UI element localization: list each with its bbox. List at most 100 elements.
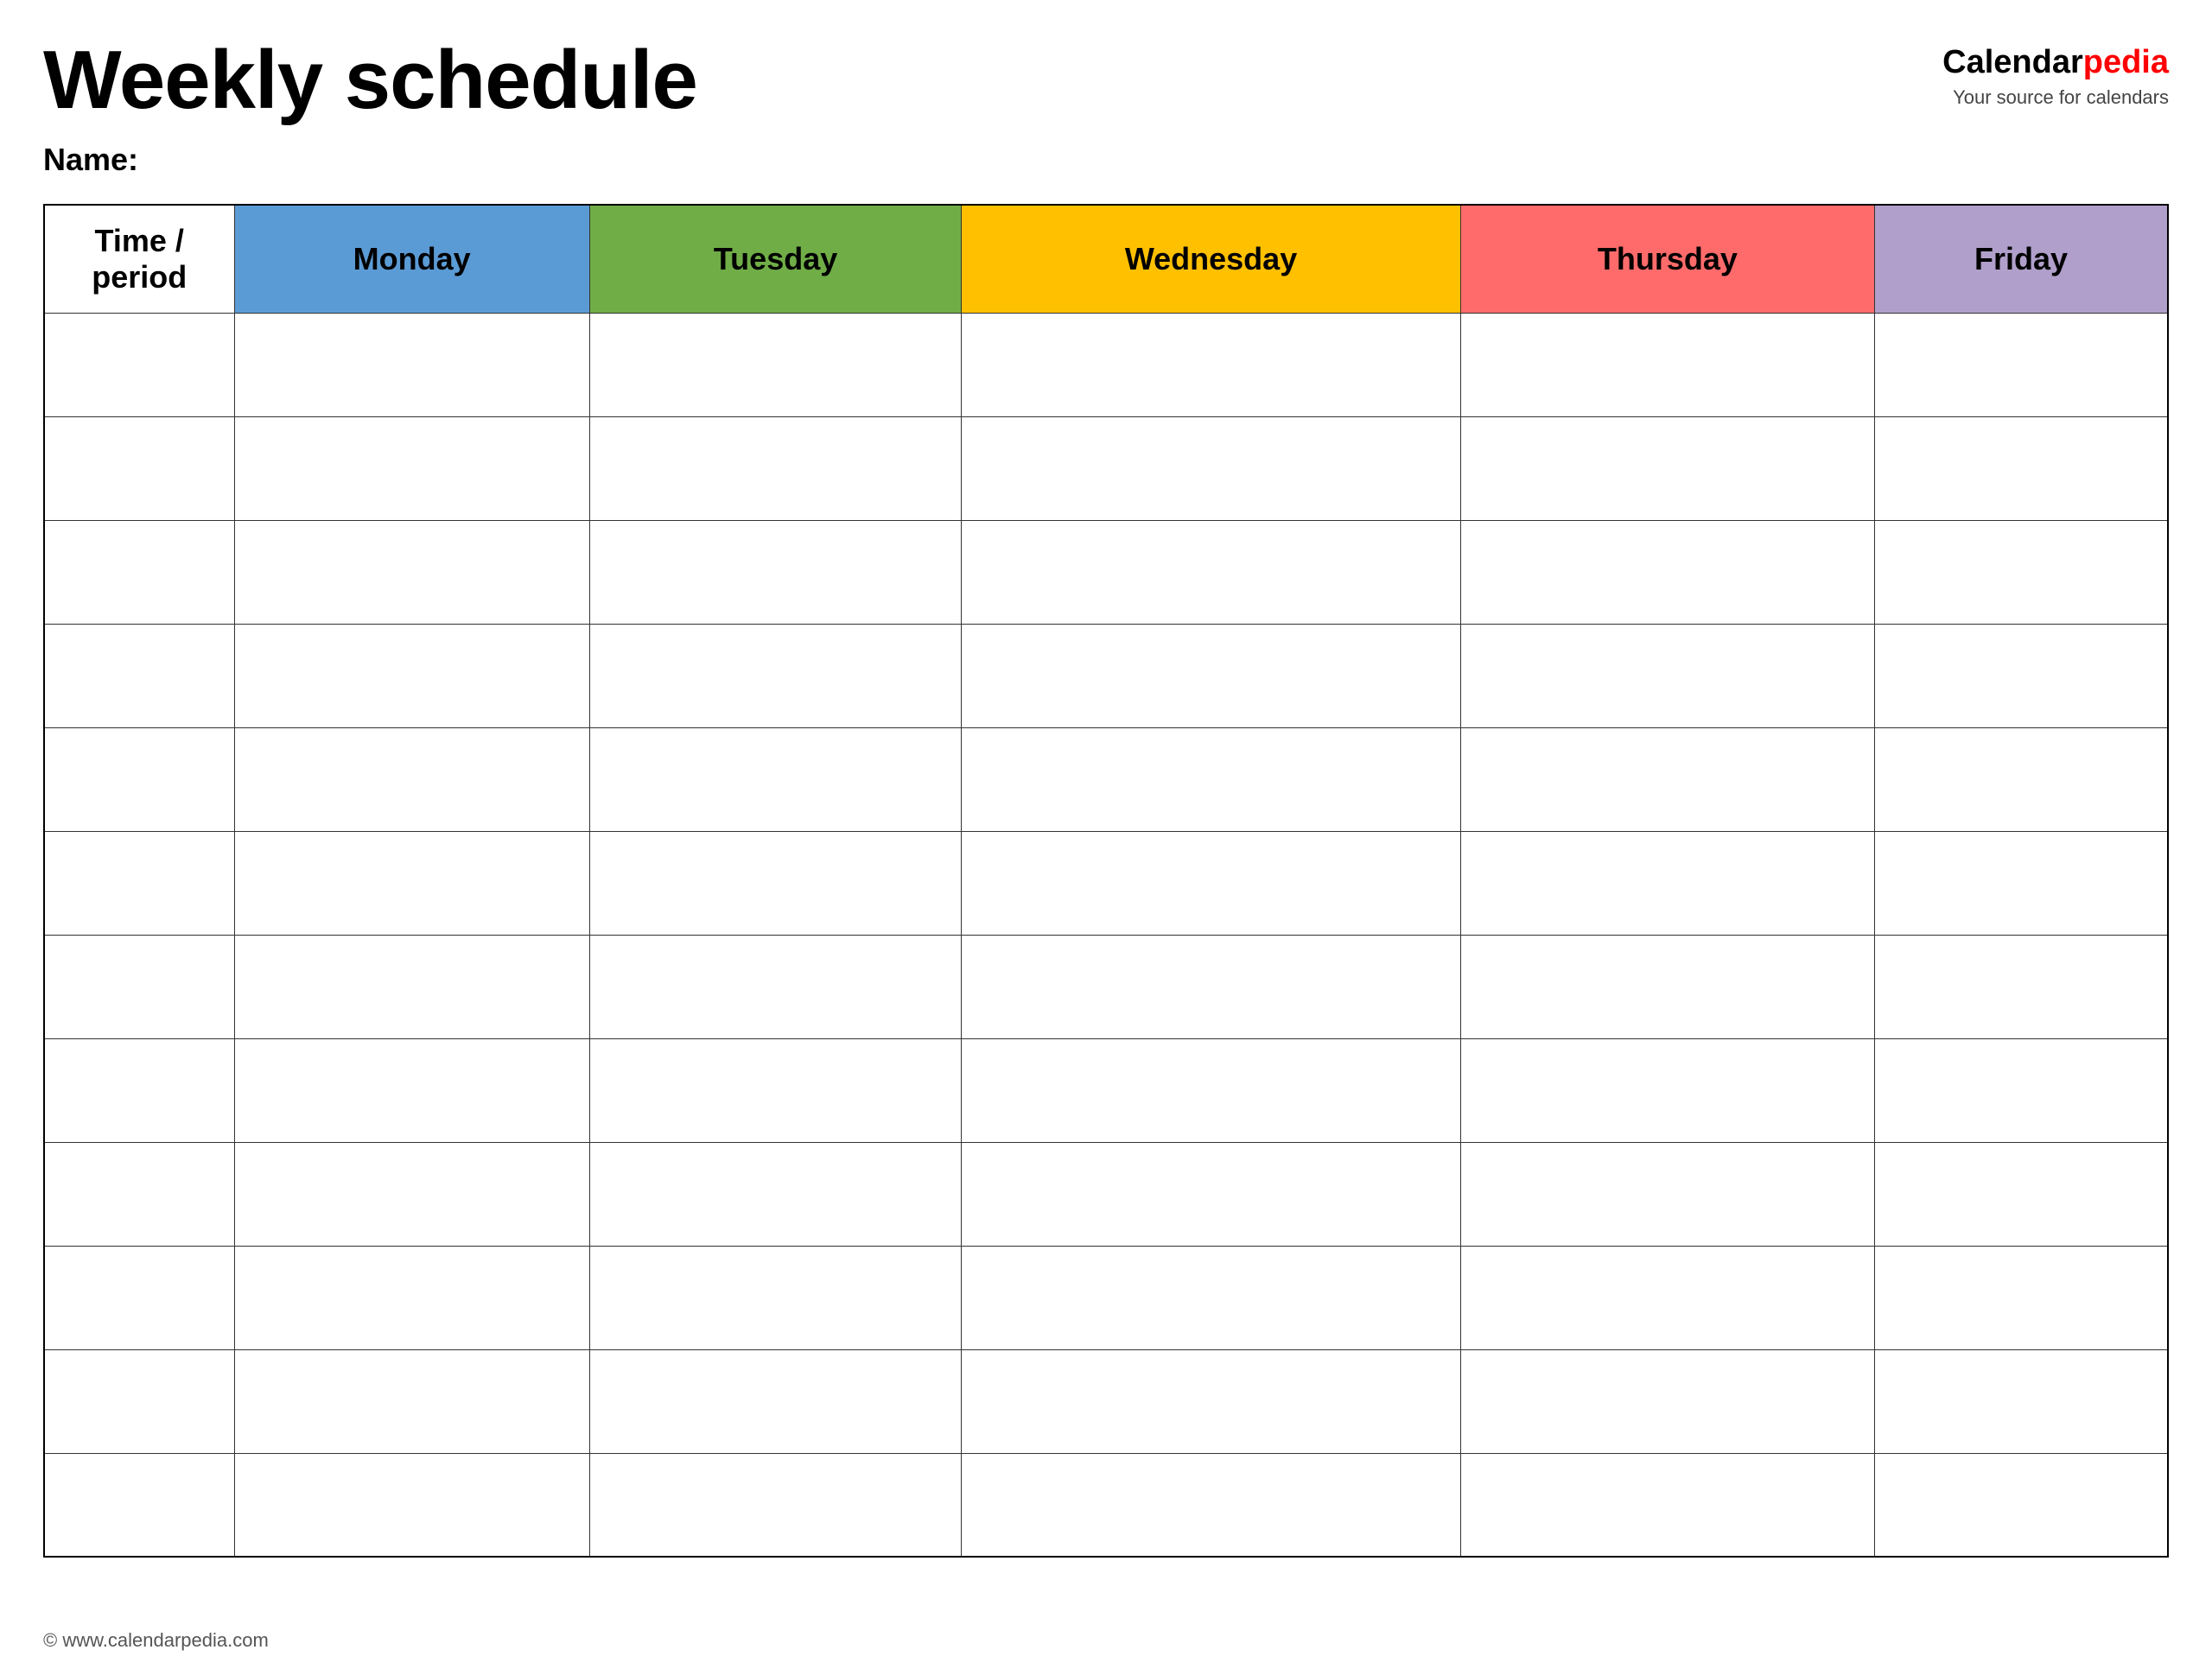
schedule-cell[interactable] [1460, 1142, 1874, 1246]
table-row[interactable] [44, 1038, 2168, 1142]
schedule-cell[interactable] [1875, 1142, 2168, 1246]
time-cell[interactable] [44, 313, 234, 416]
schedule-cell[interactable] [962, 1142, 1460, 1246]
table-row[interactable] [44, 624, 2168, 727]
schedule-cell[interactable] [962, 935, 1460, 1038]
schedule-cell[interactable] [589, 624, 962, 727]
time-cell[interactable] [44, 1038, 234, 1142]
schedule-cell[interactable] [1875, 1349, 2168, 1453]
logo-pedia-part: pedia [2083, 44, 2169, 80]
schedule-cell[interactable] [234, 1142, 589, 1246]
schedule-cell[interactable] [1875, 1246, 2168, 1349]
schedule-cell[interactable] [234, 416, 589, 520]
schedule-cell[interactable] [1460, 520, 1874, 624]
col-header-time: Time / period [44, 205, 234, 314]
time-cell[interactable] [44, 1142, 234, 1246]
schedule-cell[interactable] [962, 1246, 1460, 1349]
schedule-cell[interactable] [1875, 313, 2168, 416]
schedule-cell[interactable] [589, 935, 962, 1038]
col-header-wednesday: Wednesday [962, 205, 1460, 314]
time-cell[interactable] [44, 935, 234, 1038]
schedule-cell[interactable] [1460, 416, 1874, 520]
schedule-cell[interactable] [589, 1142, 962, 1246]
table-row[interactable] [44, 1349, 2168, 1453]
schedule-cell[interactable] [1875, 1038, 2168, 1142]
schedule-cell[interactable] [1460, 935, 1874, 1038]
table-row[interactable] [44, 727, 2168, 831]
schedule-cell[interactable] [589, 520, 962, 624]
schedule-cell[interactable] [962, 520, 1460, 624]
schedule-cell[interactable] [1875, 624, 2168, 727]
schedule-cell[interactable] [1875, 935, 2168, 1038]
schedule-cell[interactable] [1460, 1349, 1874, 1453]
schedule-cell[interactable] [962, 313, 1460, 416]
footer-url: © www.calendarpedia.com [43, 1629, 269, 1652]
logo-tagline: Your source for calendars [1942, 86, 2169, 109]
table-header: Time / period Monday Tuesday Wednesday T… [44, 205, 2168, 314]
schedule-cell[interactable] [589, 416, 962, 520]
schedule-cell[interactable] [1460, 1453, 1874, 1557]
schedule-cell[interactable] [234, 313, 589, 416]
col-header-tuesday: Tuesday [589, 205, 962, 314]
schedule-cell[interactable] [589, 831, 962, 935]
schedule-cell[interactable] [1875, 520, 2168, 624]
time-cell[interactable] [44, 520, 234, 624]
time-cell[interactable] [44, 624, 234, 727]
table-row[interactable] [44, 416, 2168, 520]
name-label: Name: [43, 142, 1942, 178]
logo-calendar-part: Calendar [1942, 44, 2083, 80]
schedule-cell[interactable] [962, 831, 1460, 935]
time-cell[interactable] [44, 416, 234, 520]
schedule-cell[interactable] [234, 727, 589, 831]
logo-text: Calendarpedia [1942, 43, 2169, 83]
schedule-cell[interactable] [234, 624, 589, 727]
schedule-cell[interactable] [234, 935, 589, 1038]
schedule-cell[interactable] [234, 1453, 589, 1557]
schedule-cell[interactable] [234, 1038, 589, 1142]
time-cell[interactable] [44, 1246, 234, 1349]
table-body [44, 313, 2168, 1557]
schedule-cell[interactable] [1460, 313, 1874, 416]
header-row: Time / period Monday Tuesday Wednesday T… [44, 205, 2168, 314]
time-cell[interactable] [44, 831, 234, 935]
schedule-cell[interactable] [1460, 831, 1874, 935]
table-row[interactable] [44, 520, 2168, 624]
time-cell[interactable] [44, 1453, 234, 1557]
schedule-cell[interactable] [962, 727, 1460, 831]
schedule-cell[interactable] [234, 1349, 589, 1453]
schedule-cell[interactable] [1875, 416, 2168, 520]
schedule-cell[interactable] [1460, 727, 1874, 831]
table-row[interactable] [44, 831, 2168, 935]
page-title: Weekly schedule [43, 35, 1942, 126]
schedule-cell[interactable] [1875, 1453, 2168, 1557]
schedule-cell[interactable] [1875, 831, 2168, 935]
schedule-table: Time / period Monday Tuesday Wednesday T… [43, 204, 2169, 1558]
schedule-cell[interactable] [589, 1349, 962, 1453]
schedule-cell[interactable] [962, 416, 1460, 520]
schedule-cell[interactable] [1460, 624, 1874, 727]
schedule-cell[interactable] [962, 1349, 1460, 1453]
schedule-cell[interactable] [589, 727, 962, 831]
col-header-monday: Monday [234, 205, 589, 314]
time-cell[interactable] [44, 727, 234, 831]
schedule-cell[interactable] [589, 1038, 962, 1142]
schedule-cell[interactable] [1875, 727, 2168, 831]
schedule-cell[interactable] [234, 831, 589, 935]
schedule-cell[interactable] [589, 1246, 962, 1349]
schedule-cell[interactable] [589, 313, 962, 416]
table-row[interactable] [44, 1246, 2168, 1349]
schedule-cell[interactable] [962, 1038, 1460, 1142]
schedule-cell[interactable] [589, 1453, 962, 1557]
table-row[interactable] [44, 313, 2168, 416]
table-row[interactable] [44, 1453, 2168, 1557]
logo-area: Calendarpedia Your source for calendars [1942, 35, 2169, 109]
schedule-cell[interactable] [962, 624, 1460, 727]
schedule-cell[interactable] [1460, 1246, 1874, 1349]
table-row[interactable] [44, 935, 2168, 1038]
schedule-cell[interactable] [1460, 1038, 1874, 1142]
schedule-cell[interactable] [234, 1246, 589, 1349]
time-cell[interactable] [44, 1349, 234, 1453]
schedule-cell[interactable] [234, 520, 589, 624]
schedule-cell[interactable] [962, 1453, 1460, 1557]
table-row[interactable] [44, 1142, 2168, 1246]
